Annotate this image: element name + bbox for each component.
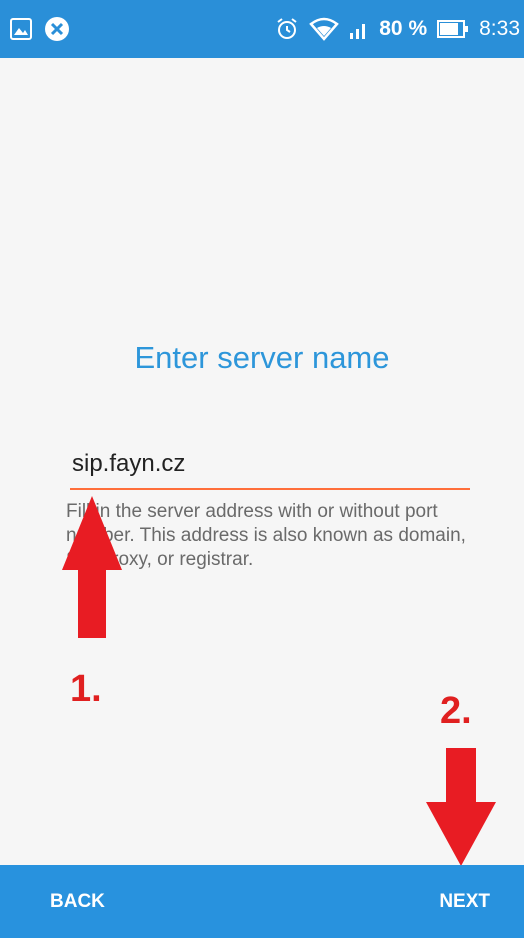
down-arrow-annotation-icon (426, 748, 496, 866)
next-button[interactable]: NEXT (427, 865, 502, 938)
wifi-icon (309, 17, 340, 41)
back-button[interactable]: BACK (38, 865, 117, 938)
up-arrow-annotation-icon (62, 496, 122, 638)
server-hint-text: Fill in the server address with or witho… (66, 501, 466, 570)
gallery-icon (10, 18, 32, 40)
alarm-icon (275, 17, 299, 41)
status-time: 8:33 (479, 17, 520, 40)
server-name-input[interactable] (70, 444, 470, 490)
page-title: Enter server name (134, 340, 390, 375)
status-bar: 80 % 8:33 (0, 0, 524, 58)
battery-icon (437, 19, 469, 39)
bottom-nav-bar: BACK NEXT (0, 865, 524, 938)
close-circle-icon (44, 16, 70, 42)
status-right-icons: 80 % 8:33 (275, 14, 520, 44)
annotation-label-1: 1. (70, 668, 102, 710)
signal-icon (349, 18, 369, 40)
annotation-label-2: 2. (440, 690, 472, 732)
battery-percent: 80 % (379, 17, 428, 40)
status-left-icons (10, 14, 70, 44)
